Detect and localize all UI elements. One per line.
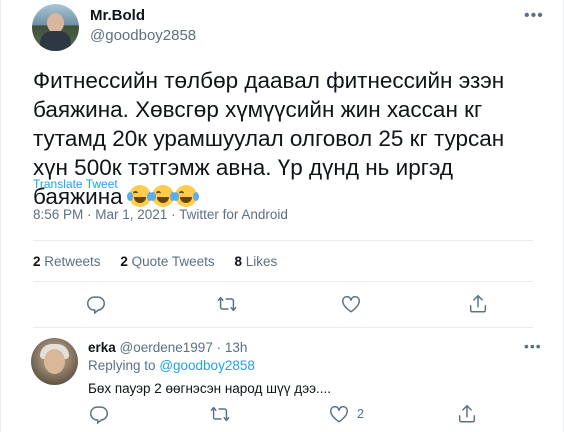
author-handle[interactable]: @goodboy2858 [90, 27, 196, 44]
face-with-tears-of-joy-icon [149, 185, 176, 207]
tweet-timestamp[interactable]: 8:56 PM · Mar 1, 2021 · Twitter for Andr… [33, 207, 288, 222]
reply-share-icon[interactable] [456, 403, 478, 425]
reply-header: erka @oerdene1997 · 13h [88, 340, 247, 355]
reply-text: Бөх пауэр 2 өөгнэсэн народ шүү дээ.... [88, 381, 332, 396]
author-avatar[interactable] [32, 4, 79, 51]
reply-author-avatar[interactable] [31, 338, 78, 385]
like-icon[interactable] [340, 293, 362, 315]
retweets-stat[interactable]: 2 Retweets [33, 254, 101, 269]
quote-tweets-stat[interactable]: 2 Quote Tweets [120, 254, 214, 269]
reply-separator: · [216, 340, 222, 355]
reply-retweet-icon[interactable] [209, 403, 231, 425]
author-name[interactable]: Mr.Bold [90, 7, 145, 24]
reply-time[interactable]: 13h [225, 340, 248, 355]
face-with-tears-of-joy-icon [126, 185, 153, 207]
share-icon[interactable] [467, 293, 489, 315]
emoji-group [126, 184, 199, 209]
replying-to: Replying to @goodboy2858 [88, 358, 255, 373]
replying-to-link[interactable]: @goodboy2858 [159, 358, 255, 373]
divider [33, 327, 533, 328]
reply-author-handle[interactable]: @oerdene1997 [120, 340, 213, 355]
tweet-stats: 2 Retweets 2 Quote Tweets 8 Likes [33, 254, 293, 269]
reply-more-options-icon[interactable]: ••• [524, 338, 542, 354]
divider [33, 240, 533, 241]
reply-like-count: 2 [357, 407, 364, 421]
reply-icon[interactable] [85, 293, 107, 315]
left-border [0, 0, 1, 432]
more-options-icon[interactable]: ••• [524, 8, 544, 26]
reply-reply-icon[interactable] [88, 403, 110, 425]
reply-author-name[interactable]: erka [88, 340, 116, 355]
reply-like-icon[interactable] [328, 403, 350, 425]
face-with-tears-of-joy-icon [172, 185, 199, 207]
divider [33, 281, 533, 282]
retweet-icon[interactable] [216, 293, 238, 315]
translate-tweet-link[interactable]: Translate Tweet [33, 177, 118, 191]
likes-stat[interactable]: 8 Likes [234, 254, 277, 269]
